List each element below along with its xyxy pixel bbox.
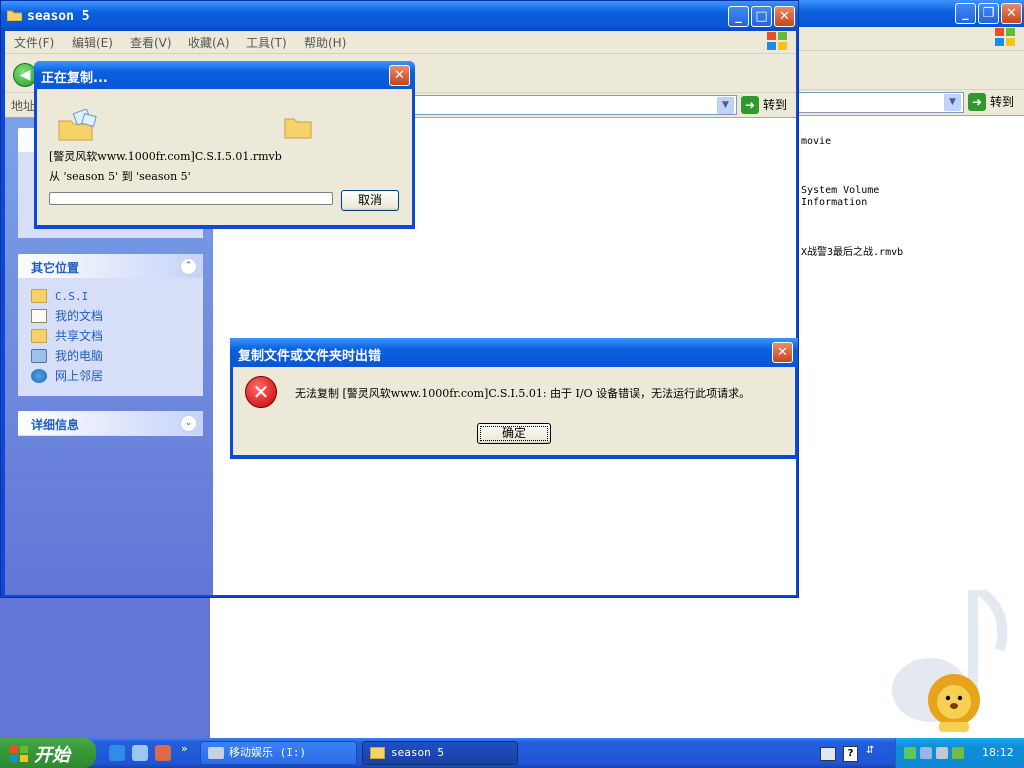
system-tray: 18:12 — [895, 738, 1024, 768]
copy-progress-dialog: 正在复制... ✕ [警灵风软www.1000fr.com]C.S.I.5.01… — [34, 61, 415, 229]
start-button[interactable]: 开始 — [0, 738, 96, 768]
go-button[interactable]: ➜ 转到 — [741, 95, 787, 115]
other-place-my-computer[interactable]: 我的电脑 — [31, 348, 103, 366]
error-dialog-titlebar[interactable]: 复制文件或文件夹时出错 — [230, 338, 798, 367]
copy-dialog-close-button[interactable]: ✕ — [389, 65, 410, 86]
maximize-button[interactable]: □ — [751, 6, 772, 27]
windows-logo-icon — [10, 746, 28, 762]
error-icon: ✕ — [245, 376, 277, 408]
network-tray-icon[interactable] — [904, 747, 916, 759]
clock[interactable]: 18:12 — [982, 746, 1014, 759]
menubar: 文件(F) 编辑(E) 查看(V) 收藏(A) 工具(T) 帮助(H) — [5, 31, 796, 54]
my-documents-icon — [31, 309, 47, 323]
app-quicklaunch-icon[interactable] — [155, 745, 171, 761]
error-message: 无法复制 [警灵风软www.1000fr.com]C.S.I.5.01: 由于 … — [295, 387, 751, 400]
close-button[interactable]: ✕ — [774, 6, 795, 27]
other-place-csi[interactable]: C.S.I — [31, 288, 88, 306]
file-item-system-volume[interactable]: System Volume Information — [801, 185, 879, 209]
shared-folder-icon — [31, 329, 47, 343]
other-place-my-documents[interactable]: 我的文档 — [31, 308, 103, 326]
taskbar-button-mobile-entertainment[interactable]: 移动娱乐 (I:) — [200, 741, 357, 765]
details-panel: 详细信息 ⌄ — [18, 411, 203, 436]
browser-quicklaunch-icon[interactable] — [132, 745, 148, 761]
menu-edit[interactable]: 编辑(E) — [72, 34, 113, 51]
bg-restore-button[interactable]: ❐ — [978, 3, 999, 24]
chevron-down-icon[interactable]: ▼ — [944, 94, 961, 111]
menu-help[interactable]: 帮助(H) — [304, 34, 346, 51]
bg-go-button[interactable]: ➜ 转到 — [968, 92, 1014, 112]
ok-button[interactable]: 确定 — [477, 423, 551, 444]
bg-address-input[interactable]: ▼ — [790, 92, 964, 113]
start-label: 开始 — [34, 745, 70, 766]
copy-dialog-body: [警灵风软www.1000fr.com]C.S.I.5.01.rmvb 从 's… — [37, 89, 412, 225]
details-header[interactable]: 详细信息 ⌄ — [18, 411, 203, 435]
ie-quicklaunch-icon[interactable] — [109, 745, 125, 761]
error-dialog-close-button[interactable]: ✕ — [772, 342, 793, 363]
my-computer-icon — [31, 349, 47, 363]
language-bar-icon[interactable]: ⇵ — [866, 745, 874, 756]
address-input[interactable]: ▼ — [411, 95, 737, 115]
app-tray-icon[interactable] — [952, 747, 964, 759]
keyboard-icon[interactable] — [820, 747, 836, 761]
menu-tools[interactable]: 工具(T) — [246, 34, 287, 51]
go-arrow-icon: ➜ — [741, 96, 759, 114]
drive-icon — [208, 747, 224, 759]
bg-minimize-button[interactable]: _ — [955, 3, 976, 24]
copy-progress-bar — [49, 192, 333, 205]
lion-mascot-icon[interactable] — [925, 672, 983, 734]
other-places-panel: 其它位置 ⌃ C.S.I 我的文档 共享文档 我的电脑 网上邻居 — [18, 254, 203, 396]
address-label: 地址 — [11, 99, 36, 113]
taskbar-button-season5[interactable]: season 5 — [362, 741, 518, 765]
folder-icon — [370, 747, 385, 759]
menu-favorites[interactable]: 收藏(A) — [188, 34, 230, 51]
copy-filename: [警灵风软www.1000fr.com]C.S.I.5.01.rmvb — [49, 150, 282, 163]
windows-flag-icon — [767, 32, 789, 52]
error-dialog-body: ✕ 无法复制 [警灵风软www.1000fr.com]C.S.I.5.01: 由… — [233, 367, 795, 455]
network-places-icon — [31, 369, 47, 383]
copy-dialog-title: 正在复制... — [41, 71, 108, 86]
other-places-header[interactable]: 其它位置 ⌃ — [18, 254, 203, 278]
monitor-tray-icon[interactable] — [920, 747, 932, 759]
error-dialog-title: 复制文件或文件夹时出错 — [238, 349, 382, 364]
other-place-shared-documents[interactable]: 共享文档 — [31, 328, 103, 346]
bg-close-button[interactable]: ✕ — [1001, 3, 1022, 24]
desktop-background — [0, 598, 210, 738]
file-item-movie[interactable]: movie — [801, 136, 831, 148]
chevron-down-icon[interactable]: ▼ — [717, 97, 734, 114]
copy-error-dialog: 复制文件或文件夹时出错 ✕ ✕ 无法复制 [警灵风软www.1000fr.com… — [230, 338, 798, 459]
quicklaunch-overflow-icon[interactable]: » — [181, 742, 188, 755]
minimize-button[interactable]: _ — [728, 6, 749, 27]
copy-dialog-titlebar[interactable]: 正在复制... — [34, 61, 415, 89]
menu-view[interactable]: 查看(V) — [130, 34, 172, 51]
destination-folder-icon — [284, 115, 312, 139]
chevron-down-icon[interactable]: ⌄ — [180, 415, 197, 432]
other-place-network[interactable]: 网上邻居 — [31, 368, 103, 386]
help-icon[interactable]: ? — [843, 746, 858, 762]
file-item-xmen[interactable]: X战警3最后之战.rmvb — [801, 247, 903, 259]
other-places-title: 其它位置 — [31, 261, 80, 275]
window-title: season 5 — [27, 9, 90, 24]
flying-papers-icon — [57, 108, 99, 141]
details-title: 详细信息 — [31, 418, 80, 432]
volume-tray-icon[interactable] — [936, 747, 948, 759]
copy-from-to: 从 'season 5' 到 'season 5' — [49, 170, 191, 183]
windows-flag-icon — [995, 28, 1017, 48]
folder-icon — [6, 9, 23, 22]
go-arrow-icon: ➜ — [968, 93, 986, 111]
main-window-titlebar[interactable]: season 5 — [1, 1, 798, 31]
chevron-up-icon[interactable]: ⌃ — [180, 258, 197, 275]
cancel-button[interactable]: 取消 — [341, 190, 399, 211]
folder-icon — [31, 289, 47, 303]
menu-file[interactable]: 文件(F) — [14, 34, 54, 51]
